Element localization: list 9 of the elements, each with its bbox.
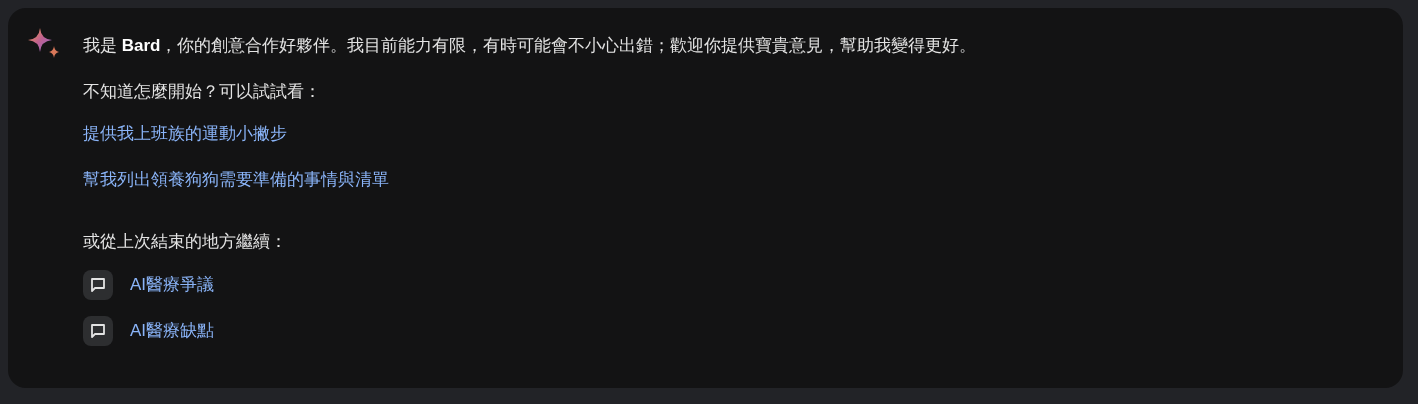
prompt-heading: 不知道怎麼開始？可以試試看： — [83, 81, 322, 103]
recent-heading: 或從上次結束的地方繼續： — [83, 231, 288, 253]
recent-chat-link[interactable]: AI醫療爭議 — [130, 271, 215, 299]
suggestion-link[interactable]: 幫我列出領養狗狗需要準備的事情與清單 — [83, 166, 389, 194]
suggestion-link[interactable]: 提供我上班族的運動小撇步 — [83, 120, 287, 148]
chat-icon[interactable] — [83, 270, 113, 300]
intro-text: 我是 Bard，你的創意合作好夥伴。我目前能力有限，有時可能會不小心出錯；歡迎你提供寶貴意見，幫助我變得更好。 — [83, 35, 977, 57]
recent-chat-link[interactable]: AI醫療缺點 — [130, 317, 215, 345]
chat-icon[interactable] — [83, 316, 113, 346]
